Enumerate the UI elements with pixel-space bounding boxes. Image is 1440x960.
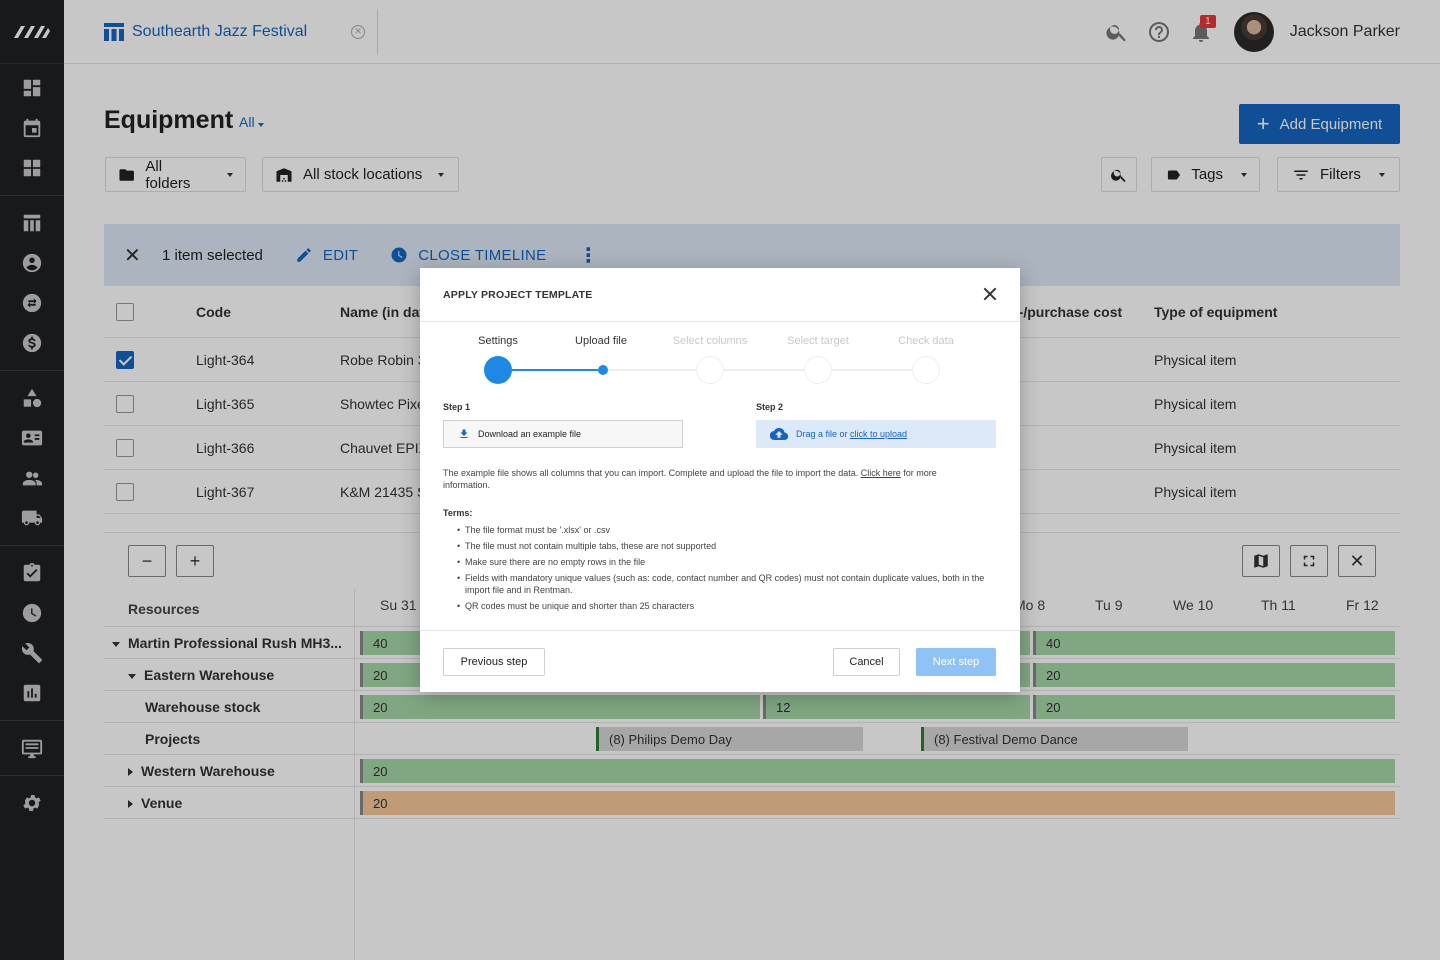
step-target-label: Select target — [787, 335, 849, 347]
download-icon — [460, 429, 468, 438]
step-dot-columns — [696, 356, 724, 384]
list-item: Make sure there are no empty rows in the… — [457, 556, 997, 568]
terms-heading: Terms: — [443, 508, 473, 518]
step-columns-label: Select columns — [672, 335, 748, 347]
step-dot-target — [804, 356, 832, 384]
step2-label: Step 2 — [756, 402, 784, 412]
terms-list: The file format must be '.xlsx' or .csv … — [457, 524, 997, 616]
step-dot-settings — [484, 356, 512, 384]
info-body: The example file shows all columns that … — [443, 468, 861, 478]
step-dot-upload — [598, 365, 608, 375]
cancel-button[interactable]: Cancel — [833, 648, 900, 676]
step-progress-line — [512, 369, 598, 371]
previous-step-button[interactable]: Previous step — [443, 648, 545, 676]
close-icon[interactable] — [982, 286, 998, 302]
apply-template-dialog: APPLY PROJECT TEMPLATE Settings Upload f… — [420, 268, 1020, 692]
click-to-upload-link[interactable]: click to upload — [850, 429, 907, 439]
next-step-button[interactable]: Next step — [916, 648, 996, 676]
step-check-label: Check data — [898, 335, 954, 347]
step-upload-label: Upload file — [575, 335, 627, 347]
upload-prefix: Drag a file or — [796, 429, 851, 439]
file-dropzone[interactable]: Drag a file or click to upload — [756, 420, 996, 448]
step1-label: Step 1 — [443, 402, 471, 412]
list-item: The file format must be '.xlsx' or .csv — [457, 524, 997, 536]
list-item: Fields with mandatory unique values (suc… — [457, 572, 997, 596]
download-example-button[interactable]: Download an example file — [443, 420, 683, 448]
dialog-footer: Previous step Cancel Next step — [420, 630, 1020, 692]
step-track-line — [608, 369, 940, 371]
click-here-link[interactable]: Click here — [861, 468, 901, 478]
list-item: QR codes must be unique and shorter than… — [457, 600, 997, 612]
dialog-title: APPLY PROJECT TEMPLATE — [443, 289, 593, 301]
list-item: The file must not contain multiple tabs,… — [457, 540, 997, 552]
info-text: The example file shows all columns that … — [443, 467, 983, 491]
wizard-stepper: Settings Upload file Select columns Sele… — [420, 322, 1020, 392]
step-dot-check — [912, 356, 940, 384]
cloud-upload-icon — [770, 428, 788, 441]
download-example-label: Download an example file — [478, 429, 582, 439]
step-settings-label: Settings — [478, 335, 518, 347]
